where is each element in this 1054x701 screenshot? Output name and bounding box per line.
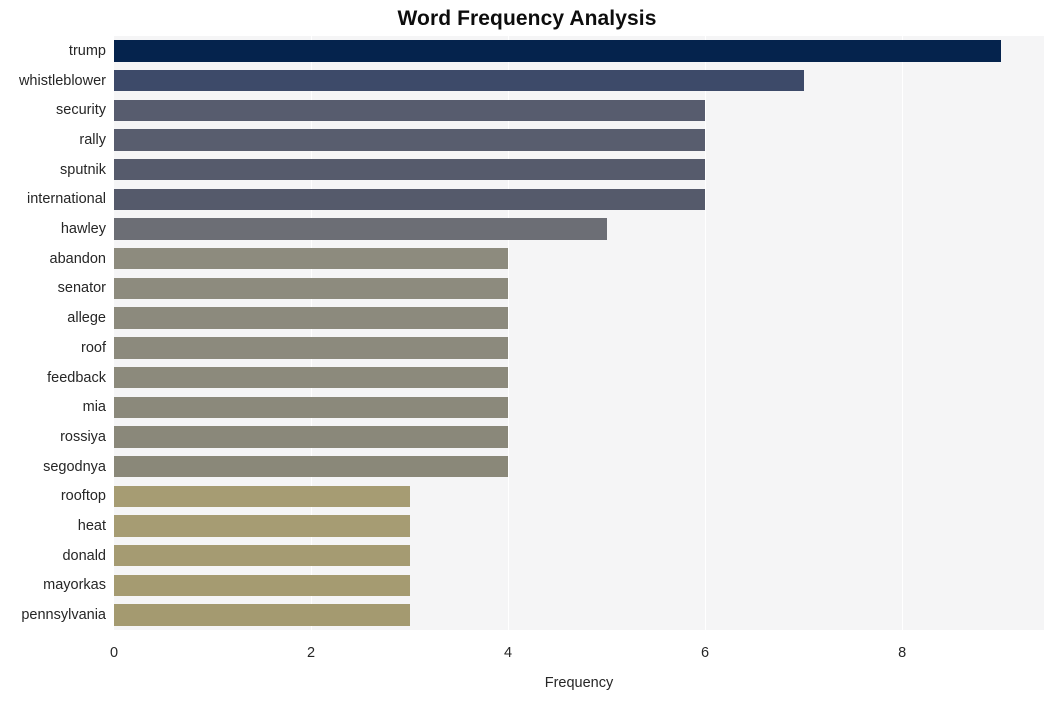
y-tick-label-abandon: abandon [49,250,106,267]
y-tick-label-international: international [27,191,106,208]
bar-slot [114,129,1044,151]
bar-roof[interactable] [114,337,509,359]
y-tick-label-rossiya: rossiya [60,428,106,445]
y-tick-label-mia: mia [82,399,106,416]
bar-slot [114,277,1044,300]
bar-slot [114,574,1044,597]
y-tick-label-rally: rally [79,131,106,148]
y-tick-label-senator: senator [57,280,106,297]
y-axis-tick-labels: trump whistleblower security rally sputnik in… [0,36,106,630]
y-tick-label-sputnik: sputnik [60,161,106,178]
y-tick-label-mayorkas: mayorkas [43,577,106,594]
y-tick-label-allege: allege [67,310,106,327]
y-tick-label-security: security [56,102,106,119]
bar-senator[interactable] [114,277,509,300]
chart-title: Word Frequency Analysis [397,7,657,30]
bar-slot [114,218,1044,240]
y-tick-label-heat: heat [77,518,106,535]
bar-rally[interactable] [114,129,706,151]
bar-mayorkas[interactable] [114,574,410,597]
bar-slot [114,455,1044,478]
bar-slot [114,604,1044,626]
bar-donald[interactable] [114,545,410,567]
bar-rossiya[interactable] [114,426,509,448]
bar-slot [114,188,1044,211]
bar-slot [114,485,1044,508]
y-tick-label-donald: donald [62,547,106,564]
x-axis-title: Frequency [544,675,614,691]
x-axis-tick-labels: 0 2 4 6 8 [0,644,1054,666]
word-frequency-chart: Word Frequency Analysis trump whistleblow… [0,0,1054,701]
bar-security[interactable] [114,99,706,121]
bar-slot [114,69,1044,92]
x-tick-label-2: 2 [306,645,316,661]
x-tick-label-6: 6 [701,645,710,661]
y-tick-label-pennsylvania: pennsylvania [21,607,106,624]
bar-slot [114,158,1044,181]
bar-trump[interactable] [114,40,1001,62]
bar-feedback[interactable] [114,366,509,389]
bar-slot [114,545,1044,567]
bar-pennsylvania[interactable] [114,604,410,626]
y-tick-label-segodnya: segodnya [43,458,106,475]
bar-slot [114,396,1044,418]
y-tick-label-feedback: feedback [47,369,106,386]
x-tick-label-4: 4 [504,645,513,661]
y-tick-label-rooftop: rooftop [60,488,106,505]
y-tick-label-hawley: hawley [60,221,106,238]
bar-segodnya[interactable] [114,455,509,478]
bar-whistleblower[interactable] [114,69,804,92]
bar-rooftop[interactable] [114,485,410,508]
y-tick-label-whistleblower: whistleblower [18,72,106,89]
bar-allege[interactable] [114,307,509,329]
bar-slot [114,307,1044,329]
x-tick-label-0: 0 [109,645,119,661]
bar-international[interactable] [114,188,706,211]
bar-slot [114,99,1044,121]
bar-abandon[interactable] [114,248,509,270]
bar-sputnik[interactable] [114,158,706,181]
bars-layer [114,36,1044,630]
bar-slot [114,40,1044,62]
bar-hawley[interactable] [114,218,607,240]
bar-slot [114,248,1044,270]
bar-heat[interactable] [114,515,410,537]
y-tick-label-roof: roof [81,339,106,356]
plot-area [114,36,1044,630]
bar-slot [114,337,1044,359]
bar-slot [114,426,1044,448]
bar-mia[interactable] [114,396,509,418]
x-tick-label-8: 8 [898,645,907,661]
y-tick-label-trump: trump [68,42,106,59]
bar-slot [114,366,1044,389]
bar-slot [114,515,1044,537]
